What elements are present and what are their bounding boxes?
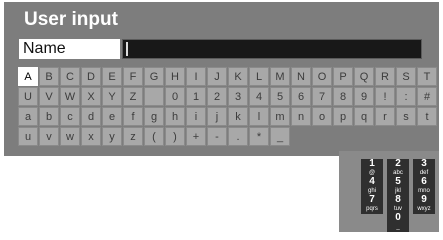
keyboard-key[interactable] [144, 87, 164, 106]
keyboard-key[interactable]: o [312, 107, 332, 126]
numpad-letters: pqrs [366, 206, 378, 212]
keyboard-key[interactable]: * [249, 127, 269, 146]
numeric-keypad-hint: 1 @2 abc 3 def 4 ghi 5 jkl 6 mno 7 pqrs 8 tuv 9 wxyz 0 _ [339, 151, 439, 232]
numpad-digit: 2 [395, 158, 401, 169]
keyboard-key[interactable]: D [81, 67, 101, 86]
keyboard-key[interactable]: S [396, 67, 416, 86]
keyboard-key[interactable]: H [165, 67, 185, 86]
keyboard-key[interactable]: W [60, 87, 80, 106]
keyboard-key[interactable]: ! [375, 87, 395, 106]
keyboard-key[interactable]: . [228, 127, 248, 146]
keyboard-key[interactable]: 1 [186, 87, 206, 106]
keyboard-key[interactable]: : [396, 87, 416, 106]
keyboard-key[interactable]: y [102, 127, 122, 146]
keyboard-key[interactable]: K [228, 67, 248, 86]
numpad-key[interactable]: 7 pqrs [361, 195, 383, 214]
keyboard-key[interactable]: u [18, 127, 38, 146]
keyboard-key[interactable]: I [186, 67, 206, 86]
keyboard-key[interactable]: x [81, 127, 101, 146]
keyboard-key[interactable]: b [39, 107, 59, 126]
numpad-letters: _ [396, 224, 400, 230]
keyboard-key[interactable]: r [375, 107, 395, 126]
numpad-digit: 8 [395, 194, 401, 205]
dialog-title: User input [24, 9, 118, 30]
keyboard-key[interactable]: _ [270, 127, 290, 146]
name-label: Name [19, 39, 120, 59]
keyboard-key[interactable]: T [417, 67, 437, 86]
keyboard-key[interactable]: - [207, 127, 227, 146]
keyboard-key[interactable]: s [396, 107, 416, 126]
keyboard-key[interactable]: # [417, 87, 437, 106]
keyboard-key[interactable]: C [60, 67, 80, 86]
keyboard-key[interactable]: q [354, 107, 374, 126]
keyboard-key[interactable]: V [39, 87, 59, 106]
keyboard-key[interactable]: E [102, 67, 122, 86]
keyboard-key[interactable]: i [186, 107, 206, 126]
keyboard-key[interactable]: O [312, 67, 332, 86]
keyboard-key[interactable]: t [417, 107, 437, 126]
keyboard-key[interactable]: X [81, 87, 101, 106]
keyboard-key[interactable]: ( [144, 127, 164, 146]
keyboard-key[interactable]: 6 [291, 87, 311, 106]
numpad-digit: 0 [395, 212, 401, 223]
keyboard-key[interactable]: c [60, 107, 80, 126]
keyboard-key[interactable]: N [291, 67, 311, 86]
keyboard-key[interactable]: 7 [312, 87, 332, 106]
numpad-digit: 5 [395, 176, 401, 187]
keyboard-key[interactable]: Y [102, 87, 122, 106]
keyboard-key[interactable]: v [39, 127, 59, 146]
keyboard-key[interactable]: g [144, 107, 164, 126]
keyboard-key[interactable]: G [144, 67, 164, 86]
keyboard-key[interactable]: B [39, 67, 59, 86]
numpad-key[interactable]: 9 wxyz [413, 195, 435, 214]
keyboard-key[interactable]: F [123, 67, 143, 86]
keyboard-key[interactable]: 0 [165, 87, 185, 106]
keyboard-key[interactable]: n [291, 107, 311, 126]
keyboard-key[interactable]: ) [165, 127, 185, 146]
keyboard-key[interactable]: Q [354, 67, 374, 86]
keyboard-key[interactable]: f [123, 107, 143, 126]
keyboard-key[interactable]: 4 [249, 87, 269, 106]
keyboard-key[interactable]: M [270, 67, 290, 86]
numpad-digit: 9 [421, 194, 427, 205]
keyboard-key[interactable]: 5 [270, 87, 290, 106]
keyboard-key[interactable]: a [18, 107, 38, 126]
keyboard-key[interactable]: k [228, 107, 248, 126]
numpad-digit: 4 [369, 176, 375, 187]
keyboard-key[interactable]: h [165, 107, 185, 126]
numpad-digit: 6 [421, 176, 427, 187]
keyboard-key[interactable]: P [333, 67, 353, 86]
keyboard-key[interactable]: J [207, 67, 227, 86]
keyboard-key[interactable]: U [18, 87, 38, 106]
keyboard-key[interactable]: + [186, 127, 206, 146]
keyboard-key[interactable]: 9 [354, 87, 374, 106]
keyboard-key[interactable]: z [123, 127, 143, 146]
text-caret [126, 42, 128, 56]
numpad-letters: wxyz [417, 206, 431, 212]
keyboard-key[interactable]: R [375, 67, 395, 86]
name-input[interactable] [122, 39, 422, 59]
numpad-digit: 3 [421, 158, 427, 169]
keyboard-key[interactable]: p [333, 107, 353, 126]
keyboard-key[interactable]: e [102, 107, 122, 126]
keyboard-key[interactable]: j [207, 107, 227, 126]
keyboard-key[interactable]: 8 [333, 87, 353, 106]
user-input-dialog: User input Name ABCDEFGHIJKLMNOPQRST UVWX… [4, 2, 439, 156]
numpad-key[interactable]: 0 _ [387, 213, 409, 232]
keyboard-key[interactable]: 3 [228, 87, 248, 106]
keyboard-key[interactable]: d [81, 107, 101, 126]
numpad-digit: 7 [369, 194, 375, 205]
on-screen-keyboard: A B C D E F G H I J K L M N O P Q R S T U V W X Y Z 0 1 2 3 4 5 6 7 8 9!: # a… [18, 67, 437, 146]
keyboard-key[interactable]: w [60, 127, 80, 146]
numpad-digit: 1 [369, 158, 375, 169]
keyboard-key[interactable]: A [18, 67, 38, 86]
keyboard-key[interactable]: Z [123, 87, 143, 106]
keyboard-key[interactable]: 2 [207, 87, 227, 106]
keyboard-key[interactable]: m [270, 107, 290, 126]
keyboard-key[interactable]: l [249, 107, 269, 126]
keyboard-key[interactable]: L [249, 67, 269, 86]
